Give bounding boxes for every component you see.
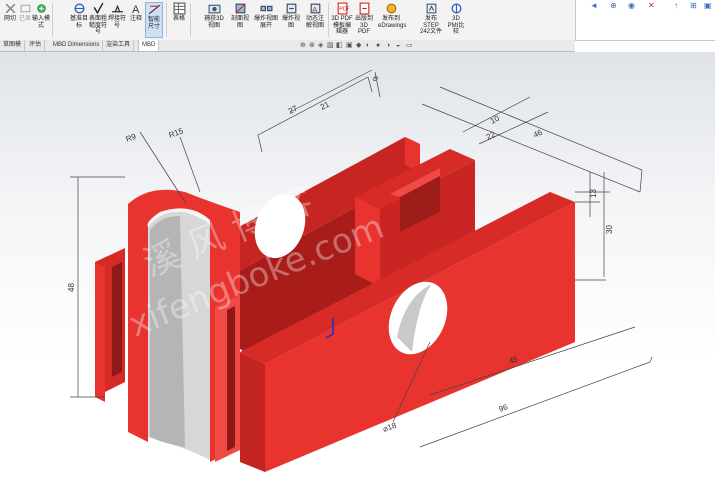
- pin-icon[interactable]: ✕: [648, 1, 655, 10]
- front-plate-end: [240, 352, 265, 472]
- ribbon-separator: [190, 3, 191, 37]
- ribbon-button-note[interactable]: A 注释: [128, 2, 144, 38]
- weld-symbol-icon: [111, 4, 123, 13]
- arrow-icon[interactable]: ◄: [590, 1, 598, 10]
- section-view-icon: [235, 3, 245, 14]
- ribbon-button-capture-3d-view[interactable]: 捕获3D视图: [203, 2, 225, 38]
- dynamic-annotation-icon: A: [310, 3, 320, 14]
- zoom-to-fit-icon[interactable]: ⊕: [300, 41, 306, 51]
- dim-48[interactable]: 48: [67, 283, 76, 292]
- ribbon-button-datum-target[interactable]: 基准目标: [70, 2, 88, 38]
- dim-21[interactable]: 21: [319, 99, 332, 111]
- 3d-model-scene[interactable]: 27 21 46 22 10 13 30 48 45 96 R9 R15 ⌀18…: [0, 52, 715, 492]
- ribbon-separator: [166, 3, 167, 37]
- graphics-area[interactable]: 27 21 46 22 10 13 30 48 45 96 R9 R15 ⌀18…: [0, 52, 715, 492]
- section-view-icon[interactable]: ▨: [327, 41, 334, 51]
- ribbon-button-weld-symbol[interactable]: 焊接符号: [108, 2, 126, 38]
- dim-angle[interactable]: 6: [370, 75, 380, 84]
- dim-30[interactable]: 30: [605, 225, 614, 234]
- ribbon-button-publish-3dpdf[interactable]: 出版到3D PDF: [354, 2, 374, 38]
- dim-r9[interactable]: R9: [125, 132, 138, 144]
- ribbon-button-dynamic-annotation[interactable]: A 动态注解视图: [304, 2, 326, 38]
- right-toolbar-area: ◄ ⊕ ◉ ✕ ↑ ⊞ ▣: [575, 0, 715, 40]
- tab-sketch[interactable]: 草图模: [0, 40, 26, 51]
- monitor-icon[interactable]: ▭: [406, 41, 413, 51]
- base-left-slot: [112, 262, 122, 377]
- up-arrow-icon[interactable]: ↑: [674, 1, 678, 10]
- note-icon: A: [132, 4, 140, 15]
- ribbon-button-publish-edrawings[interactable]: 发布到eDrawings: [378, 2, 406, 38]
- dim-13[interactable]: 13: [589, 189, 598, 198]
- ribbon-button-publish-step[interactable]: 发布STEP 242文件: [418, 2, 444, 38]
- dim-diameter-18[interactable]: ⌀18: [382, 421, 398, 434]
- svg-text:PDF: PDF: [339, 7, 349, 13]
- ribbon-button-explode-view-2[interactable]: 爆炸视图: [280, 2, 302, 38]
- tab-evaluate[interactable]: 评估: [26, 40, 46, 51]
- base-left-edge: [95, 262, 105, 402]
- ribbon-button-smart-dimension[interactable]: 智能尺寸: [145, 2, 163, 38]
- appearance-icon[interactable]: ●: [376, 41, 380, 51]
- dynamic-annotation-icon[interactable]: ◧: [336, 41, 343, 51]
- input-mode-icon: [36, 4, 46, 13]
- ribbon-toolbar: 网切 已显 输入模式 基准目标 表面粗糙度符号 焊接符号 A 注释 智能尺寸 表…: [0, 0, 715, 41]
- heads-up-view-toolbar: ⊕ ⊗ ◈ ▨ ◧ ▣ ◆ ◐ ● ◑ ◒ ▭: [300, 41, 500, 51]
- dim-10[interactable]: 10: [489, 113, 502, 125]
- table-icon: [173, 2, 185, 15]
- previous-view-icon[interactable]: ◈: [318, 41, 323, 51]
- dim-22[interactable]: 22: [485, 129, 498, 141]
- palette-icon[interactable]: ◉: [628, 1, 635, 10]
- search-icon[interactable]: ⊕: [610, 1, 617, 10]
- tab-mbd-dimensions[interactable]: MBD Dimensions: [50, 40, 104, 51]
- svg-text:A: A: [132, 4, 140, 15]
- capture-3d-view-icon: [208, 4, 220, 14]
- solidworks-window: 网切 已显 输入模式 基准目标 表面粗糙度符号 焊接符号 A 注释 智能尺寸 表…: [0, 0, 715, 492]
- ribbon-button-table[interactable]: 表格: [172, 2, 186, 38]
- channel-slot-dark: [227, 306, 235, 451]
- view-settings-icon[interactable]: ◒: [396, 41, 400, 51]
- pmi-compare-icon: [451, 3, 461, 14]
- tab-mbd[interactable]: MBD: [138, 40, 160, 51]
- ribbon-button-display[interactable]: 已显: [18, 2, 32, 38]
- dim-96[interactable]: 96: [498, 402, 510, 414]
- tab-render-tools[interactable]: 渲染工具: [103, 40, 135, 51]
- surface-finish-icon: [93, 2, 103, 15]
- display-icon: [20, 4, 30, 13]
- view-orientation-icon[interactable]: ▣: [346, 41, 353, 51]
- zoom-area-icon[interactable]: ⊗: [309, 41, 315, 51]
- ribbon-button-pmi-compare[interactable]: 3D PMI比较: [447, 2, 465, 38]
- ribbon-button-cut[interactable]: 网切: [2, 2, 18, 38]
- ribbon-button-input-mode[interactable]: 输入模式: [32, 2, 50, 38]
- cut-icon: [5, 3, 15, 14]
- ribbon-button-pdf-template[interactable]: PDF 3D PDF模板编辑器: [331, 2, 353, 38]
- publish-3dpdf-icon: [359, 2, 369, 15]
- scene-icon[interactable]: ◑: [386, 41, 390, 51]
- explode-view-icon: [260, 5, 272, 12]
- explode-view-2-icon: [286, 3, 296, 14]
- ribbon-button-explode-view[interactable]: 爆炸视图展开: [254, 2, 278, 38]
- ribbon-separator: [52, 3, 53, 37]
- smart-dimension-icon: [148, 4, 160, 15]
- grid-icon[interactable]: ⊞: [690, 1, 697, 10]
- publish-edrawings-icon: [386, 3, 396, 14]
- cube-icon[interactable]: ▣: [704, 1, 712, 10]
- dim-r15[interactable]: R15: [168, 126, 185, 140]
- ribbon-button-surface-finish[interactable]: 表面粗糙度符号: [89, 2, 107, 38]
- publish-step-icon: [426, 3, 436, 14]
- hide-show-icon[interactable]: ◐: [366, 41, 370, 51]
- pdf-template-icon: PDF: [337, 2, 349, 15]
- ribbon-button-section-view[interactable]: 剖面视图: [229, 2, 251, 38]
- display-style-icon[interactable]: ◆: [356, 41, 361, 51]
- datum-target-icon: [73, 3, 85, 14]
- ribbon-separator: [328, 3, 329, 37]
